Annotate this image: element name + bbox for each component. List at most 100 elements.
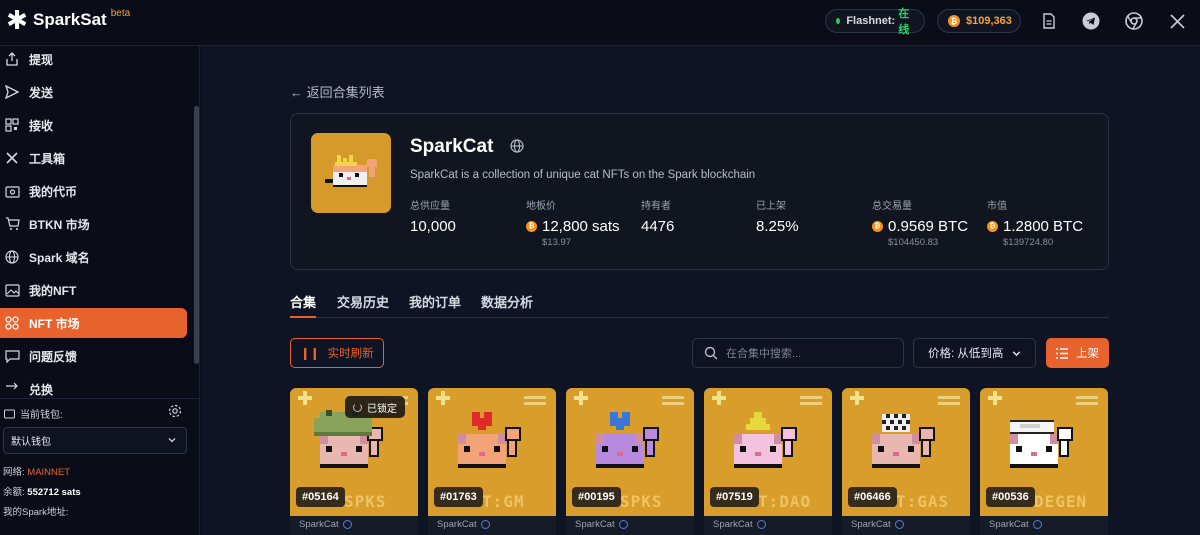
sidebar-item-label: 发送 [29, 85, 54, 100]
sidebar-item-label: 工具箱 [29, 151, 66, 166]
tab-my-orders[interactable]: 我的订单 [409, 292, 461, 318]
network-status-pill[interactable]: Flashnet: 在线 [825, 8, 925, 36]
nft-art-text: DEGEN [1034, 492, 1088, 511]
sidebar-scrollbar[interactable] [194, 106, 199, 364]
stat-total-supply: 总供应量 10,000 [410, 197, 456, 235]
stat-value: 4476 [641, 218, 675, 235]
nft-name-text: SparkCat [989, 519, 1029, 530]
nft-collection-name: SparkCat [437, 519, 490, 530]
nft-collection-name: SparkCat [851, 519, 904, 530]
back-to-collections-link[interactable]: ← 返回合集列表 [290, 82, 385, 101]
nft-id-tag: #00536 [986, 487, 1035, 507]
stat-label: 地板价 [526, 201, 556, 212]
stat-total-volume: 总交易量 ₿ 0.9569 BTC $104450.83 [872, 197, 968, 248]
nft-art-text: T:GM [482, 492, 525, 511]
sidebar-item-feedback[interactable]: 问题反馈 [0, 341, 187, 371]
sidebar-item-label: NFT 市场 [29, 316, 80, 331]
search-icon [704, 346, 718, 360]
brand-name: SparkSat [33, 10, 107, 29]
tab-analytics[interactable]: 数据分析 [481, 292, 533, 318]
website-globe-icon[interactable] [510, 139, 524, 158]
network-label: Flashnet: [846, 15, 896, 27]
nft-name-text: SparkCat [575, 519, 615, 530]
nft-name-text: SparkCat [299, 519, 339, 530]
verified-icon [480, 520, 490, 529]
nft-art-text: T:GAS [896, 492, 950, 511]
nft-card[interactable]: DEGEN #00536 SparkCat [980, 388, 1108, 535]
nft-card[interactable]: T:GAS #06466 SparkCat [842, 388, 970, 535]
tab-trade-history[interactable]: 交易历史 [337, 292, 389, 318]
collection-description: SparkCat is a collection of unique cat N… [410, 169, 756, 181]
nft-card[interactable]: SPKS #00195 SparkCat [566, 388, 694, 535]
stat-label: 总交易量 [872, 201, 912, 212]
sidebar-item-my-tokens[interactable]: 我的代币 [0, 176, 187, 206]
beta-badge: beta [110, 8, 131, 19]
bitcoin-icon: ₿ [872, 221, 883, 232]
sidebar-item-label: 提现 [29, 52, 54, 67]
sidebar-item-withdraw[interactable]: 提现 [0, 46, 187, 74]
globe-icon [4, 249, 20, 265]
network-info-value: MAINNET [27, 467, 71, 478]
collection-header-card: SparkCat SparkCat is a collection of uni… [290, 113, 1109, 270]
nft-card[interactable]: T:DAO #07519 SparkCat [704, 388, 832, 535]
list-nft-button[interactable]: 上架 [1046, 338, 1109, 368]
sort-select[interactable]: 价格: 从低到高 [913, 338, 1036, 368]
x-icon[interactable] [1168, 12, 1186, 30]
search-placeholder: 在合集中搜索... [726, 348, 802, 360]
qr-code-icon [4, 117, 20, 133]
tab-bar: 合集 交易历史 我的订单 数据分析 [290, 290, 1109, 318]
sidebar-item-receive[interactable]: 接收 [0, 110, 187, 140]
sidebar-item-toolbox[interactable]: 工具箱 [0, 143, 187, 173]
collection-title: SparkCat [410, 136, 494, 157]
locked-label: 已锁定 [367, 403, 397, 415]
nft-card[interactable]: T:GM #01763 SparkCat [428, 388, 556, 535]
telegram-icon[interactable] [1082, 12, 1100, 30]
nft-card[interactable]: SPKS 已锁定 #05164 SparkCat [290, 388, 418, 535]
nft-collection-name: SparkCat [299, 519, 352, 530]
live-refresh-label: 实时刷新 [327, 348, 374, 360]
chrome-icon[interactable] [1125, 12, 1143, 30]
document-icon[interactable] [1040, 12, 1058, 30]
nft-id-tag: #01763 [434, 487, 483, 507]
wallet-label-row: 当前钱包: [4, 406, 63, 421]
stat-value: 1.2800 BTC [1003, 218, 1084, 235]
stat-market-cap: 市值 ₿ 1.2800 BTC $139724.80 [987, 197, 1083, 248]
wallet-select[interactable]: 默认钱包 [3, 427, 187, 454]
sidebar-item-label: 兑换 [29, 382, 54, 397]
live-refresh-button[interactable]: ❙❙ 实时刷新 [290, 338, 384, 368]
online-dot-icon [836, 18, 841, 24]
sidebar-item-label: 我的代币 [29, 184, 78, 199]
verified-icon [618, 520, 628, 529]
sidebar-item-send[interactable]: 发送 [0, 77, 187, 107]
btc-price-pill[interactable]: ₿ $109,363 [937, 9, 1021, 33]
nft-art-text: T:DAO [758, 492, 812, 511]
collection-search-input[interactable]: 在合集中搜索... [692, 338, 904, 368]
settings-gear-icon[interactable] [168, 404, 182, 423]
sidebar-item-my-nft[interactable]: 我的NFT [0, 275, 187, 305]
stat-holders: 持有者 4476 [641, 197, 674, 235]
locked-badge: 已锁定 [345, 396, 405, 418]
verified-icon [894, 520, 904, 529]
sidebar-item-spark-domain[interactable]: Spark 域名 [0, 242, 187, 272]
image-icon [4, 282, 20, 298]
nft-name-text: SparkCat [713, 519, 753, 530]
stat-value: 8.25% [756, 218, 799, 235]
nft-art-text: SPKS [620, 492, 663, 511]
tools-icon [4, 150, 20, 166]
send-icon [4, 84, 20, 100]
tab-collection[interactable]: 合集 [290, 292, 317, 318]
wallet-label: 当前钱包: [20, 410, 63, 421]
sidebar-item-nft-market[interactable]: NFT 市场 [0, 308, 187, 338]
sidebar-item-btkn-market[interactable]: BTKN 市场 [0, 209, 187, 239]
bitcoin-icon: ₿ [948, 15, 960, 27]
network-status: 在线 [898, 8, 910, 36]
brand-logo[interactable]: ✱ SparkSat beta [6, 7, 131, 33]
stat-value-row: ₿ 1.2800 BTC [987, 218, 1083, 235]
list-nft-label: 上架 [1076, 348, 1099, 360]
stat-label: 市值 [987, 201, 1007, 212]
top-bar: ✱ SparkSat beta Flashnet: 在线 ₿ $109,363 [0, 0, 1200, 46]
stat-label: 已上架 [756, 201, 786, 212]
nft-collection-name: SparkCat [713, 519, 766, 530]
btc-price: $109,363 [966, 15, 1012, 27]
sidebar: 提现 发送 接收 工具箱 我的代币 BTKN 市场 Spark 域名 我的NFT… [0, 46, 200, 535]
